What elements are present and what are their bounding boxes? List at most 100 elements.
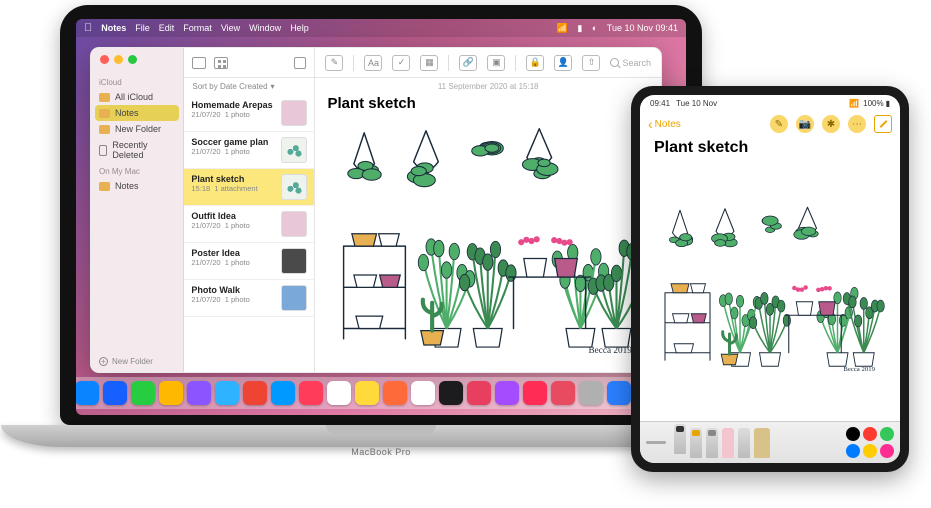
chevron-down-icon: ▾ xyxy=(271,82,275,91)
control-center-icon[interactable]: ◐ xyxy=(592,23,597,33)
sidebar-item-label: Notes xyxy=(115,181,139,191)
sidebar-item-recently-deleted[interactable]: Recently Deleted xyxy=(91,137,183,163)
more-button[interactable]: ⋯ xyxy=(848,115,866,133)
dock-app-icon[interactable] xyxy=(299,381,323,405)
dock-app-icon[interactable] xyxy=(243,381,267,405)
markup-button[interactable]: ✱ xyxy=(822,115,840,133)
link-button[interactable]: 🔗 xyxy=(459,55,477,71)
dock-app-icon[interactable] xyxy=(495,381,519,405)
dock-app-icon[interactable] xyxy=(103,381,127,405)
back-button[interactable]: ‹ Notes xyxy=(648,117,681,131)
note-list-item[interactable]: Homemade Arepas 21/07/20 1 photo xyxy=(184,95,314,132)
zoom-button[interactable] xyxy=(128,55,137,64)
note-list-item[interactable]: Outfit Idea 21/07/20 1 photo xyxy=(184,206,314,243)
new-note-button[interactable]: ✎ xyxy=(325,55,343,71)
handwriting-button[interactable]: ✎ xyxy=(770,115,788,133)
pen-tool[interactable] xyxy=(674,424,686,454)
ipad-screen: 09:41 Tue 10 Nov 📶 100% ▮ ‹ Notes ✎ 📷 ✱ … xyxy=(640,95,900,463)
note-item-meta: 21/07/20 1 photo xyxy=(191,110,275,119)
dock-app-icon[interactable] xyxy=(159,381,183,405)
ruler-tool[interactable] xyxy=(754,428,770,458)
mac-menubar:  Notes File Edit Format View Window Hel… xyxy=(76,19,686,37)
dock-app-icon[interactable] xyxy=(271,381,295,405)
note-list-item[interactable]: Photo Walk 21/07/20 1 photo xyxy=(184,280,314,317)
color-swatch[interactable] xyxy=(846,444,860,458)
gallery-view-button[interactable] xyxy=(214,57,228,69)
lasso-tool[interactable] xyxy=(738,428,750,458)
ipad-sketch-canvas[interactable]: Becca 2019 xyxy=(650,163,890,415)
sidebar-item-all-icloud[interactable]: All iCloud xyxy=(91,89,183,105)
menubar-item-window[interactable]: Window xyxy=(249,23,281,33)
ipad-note-title[interactable]: Plant sketch xyxy=(640,137,900,161)
share-button[interactable]: ⇧ xyxy=(582,55,600,71)
battery-icon[interactable]: ▮ xyxy=(577,23,582,33)
wifi-icon: 📶 xyxy=(849,99,859,108)
ipad-nav-bar: ‹ Notes ✎ 📷 ✱ ⋯ xyxy=(640,111,900,137)
compose-button[interactable] xyxy=(874,115,892,133)
checklist-button[interactable]: ✓ xyxy=(392,55,410,71)
palette-grip-icon[interactable] xyxy=(646,441,666,444)
ipad-status-time: 09:41 xyxy=(650,99,670,108)
dock-app-icon[interactable] xyxy=(579,381,603,405)
menubar-clock[interactable]: Tue 10 Nov 09:41 xyxy=(607,23,678,33)
sidebar-item-local-notes[interactable]: Notes xyxy=(91,178,183,194)
lock-button[interactable]: 🔒 xyxy=(526,55,544,71)
table-button[interactable]: ▦ xyxy=(420,55,438,71)
list-view-button[interactable] xyxy=(192,57,206,69)
marker-tool[interactable] xyxy=(690,428,702,458)
format-button[interactable]: Aa xyxy=(364,55,382,71)
dock-app-icon[interactable] xyxy=(327,381,351,405)
menubar-item-file[interactable]: File xyxy=(135,23,150,33)
apple-menu-icon[interactable]:  xyxy=(84,22,92,34)
color-swatch[interactable] xyxy=(880,427,894,441)
menubar-status-area[interactable]: 📶 ▮ ◐ Tue 10 Nov 09:41 xyxy=(550,23,678,34)
photos-button[interactable]: ▣ xyxy=(487,55,505,71)
menubar-app-name[interactable]: Notes xyxy=(101,23,126,33)
note-sketch-attachment[interactable]: Becca 2019 xyxy=(323,118,653,364)
menubar-item-format[interactable]: Format xyxy=(183,23,212,33)
delete-note-button[interactable] xyxy=(294,57,306,69)
eraser-tool[interactable] xyxy=(722,428,734,458)
sidebar-item-new-folder[interactable]: New Folder xyxy=(91,121,183,137)
note-timestamp: 11 September 2020 at 15:18 xyxy=(315,78,661,95)
dock-app-icon[interactable] xyxy=(131,381,155,405)
dock-app-icon[interactable] xyxy=(76,381,99,405)
close-button[interactable] xyxy=(100,55,109,64)
color-swatch[interactable] xyxy=(863,444,877,458)
note-list-item[interactable]: Plant sketch 15:18 1 attachment xyxy=(184,169,314,206)
note-list-item[interactable]: Soccer game plan 21/07/20 1 photo xyxy=(184,132,314,169)
sidebar-item-notes[interactable]: Notes xyxy=(95,105,179,121)
svg-text:Becca 2019: Becca 2019 xyxy=(589,346,633,356)
search-field[interactable]: Search xyxy=(610,58,651,68)
dock-app-icon[interactable] xyxy=(383,381,407,405)
wifi-icon[interactable]: 📶 xyxy=(557,23,568,33)
menubar-item-help[interactable]: Help xyxy=(290,23,309,33)
menubar-item-edit[interactable]: Edit xyxy=(159,23,175,33)
color-swatch[interactable] xyxy=(846,427,860,441)
pencil-tool[interactable] xyxy=(706,428,718,458)
note-item-meta: 21/07/20 1 photo xyxy=(191,258,275,267)
macbook-bezel:  Notes File Edit Format View Window Hel… xyxy=(60,5,702,425)
collaborate-button[interactable]: 👤 xyxy=(554,55,572,71)
note-list-item[interactable]: Poster Idea 21/07/20 1 photo xyxy=(184,243,314,280)
camera-button[interactable]: 📷 xyxy=(796,115,814,133)
color-swatch[interactable] xyxy=(880,444,894,458)
dock-app-icon[interactable] xyxy=(439,381,463,405)
macbook-notch xyxy=(326,425,436,434)
dock-app-icon[interactable] xyxy=(215,381,239,405)
note-title[interactable]: Plant sketch xyxy=(315,95,661,116)
color-swatch[interactable] xyxy=(863,427,877,441)
dock-app-icon[interactable] xyxy=(551,381,575,405)
dock-app-icon[interactable] xyxy=(411,381,435,405)
sort-control[interactable]: Sort by Date Created ▾ xyxy=(184,78,314,95)
dock-app-icon[interactable] xyxy=(187,381,211,405)
dock-app-icon[interactable] xyxy=(467,381,491,405)
dock-app-icon[interactable] xyxy=(523,381,547,405)
dock-app-icon[interactable] xyxy=(355,381,379,405)
chevron-left-icon: ‹ xyxy=(648,117,653,131)
dock-app-icon[interactable] xyxy=(607,381,631,405)
minimize-button[interactable] xyxy=(114,55,123,64)
markup-tool-palette[interactable] xyxy=(640,421,900,463)
menubar-item-view[interactable]: View xyxy=(221,23,240,33)
sidebar-new-folder-button[interactable]: + New Folder xyxy=(91,351,183,372)
